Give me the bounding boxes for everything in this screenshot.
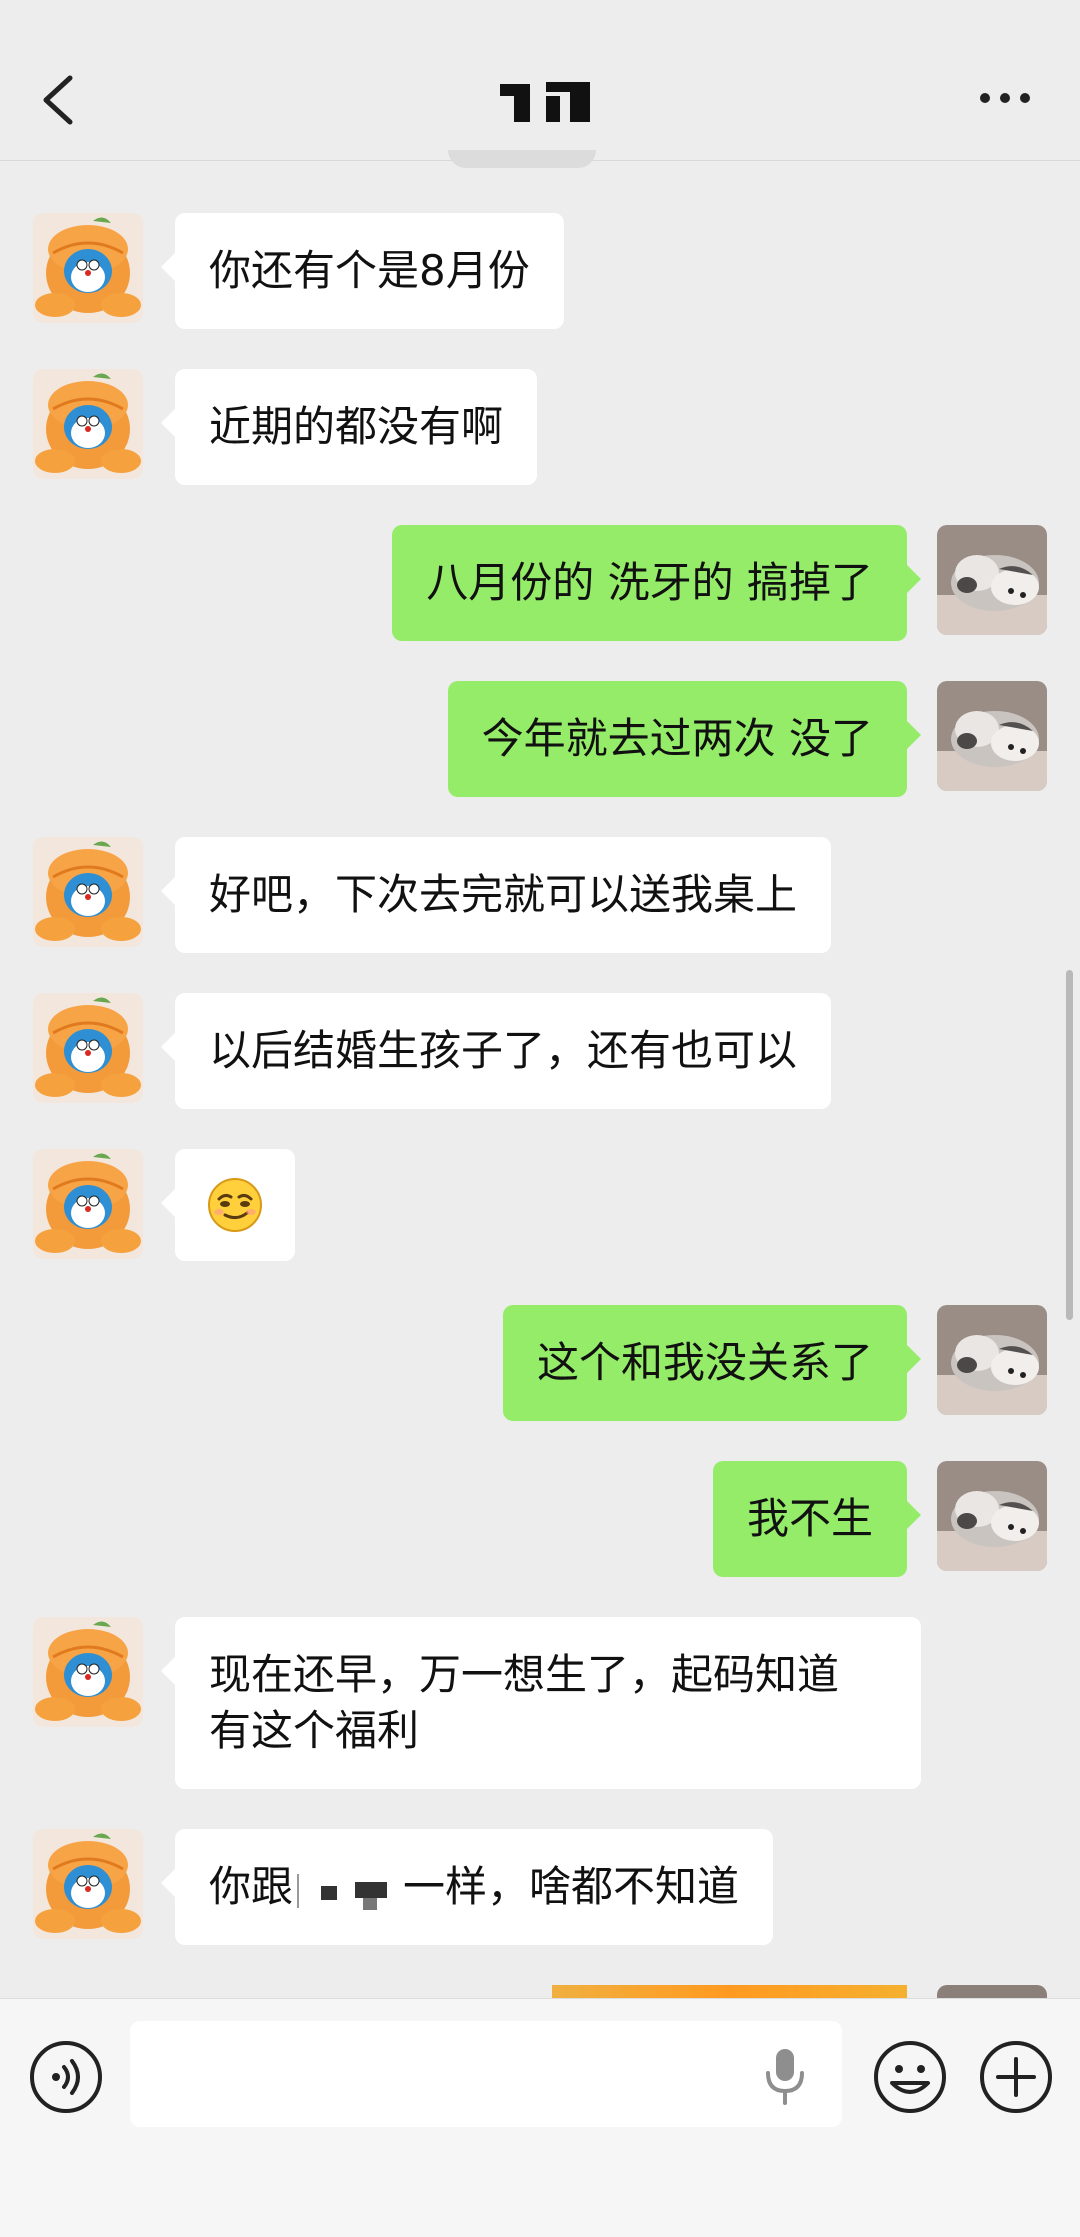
- top-indicator: [448, 150, 596, 168]
- message-bubble-received[interactable]: 你跟 一样，啥都不知道: [160, 1829, 774, 1945]
- contact-avatar[interactable]: [33, 1149, 143, 1259]
- message-bubble-received[interactable]: [161, 1149, 295, 1261]
- chat-title-redacted: [500, 78, 592, 126]
- voice-button[interactable]: [28, 2039, 104, 2115]
- message-input[interactable]: [130, 2021, 842, 2127]
- smirk-emoji-icon: [207, 1177, 263, 1233]
- message-bubble-sent[interactable]: 八月份的 洗牙的 搞掉了: [392, 525, 921, 641]
- chat-header: [0, 0, 1080, 161]
- mic-button[interactable]: [762, 2047, 808, 2107]
- message-bubble-received[interactable]: 好吧，下次去完就可以送我桌上: [160, 837, 832, 953]
- contact-avatar[interactable]: [33, 213, 143, 323]
- message-line: 有这个福利: [209, 1706, 420, 1755]
- message-bubble-sent[interactable]: 我不生: [712, 1461, 922, 1577]
- message-bubble-received[interactable]: 现在还早，万一想生了，起码知道 有这个福利: [161, 1617, 921, 1789]
- emoji-button[interactable]: [872, 2039, 948, 2115]
- message-bubble-received[interactable]: 你还有个是8月份: [161, 213, 564, 329]
- contact-avatar[interactable]: [33, 369, 143, 479]
- contact-avatar[interactable]: [33, 993, 143, 1103]
- redacted-name: [293, 1870, 403, 1910]
- user-avatar[interactable]: [937, 1461, 1047, 1571]
- mic-icon: [766, 2049, 804, 2105]
- contact-avatar[interactable]: [33, 1617, 143, 1727]
- message-bubble-sent[interactable]: 今年就去过两次 没了: [447, 681, 922, 797]
- message-line: 现在还早，万一想生了，起码知道: [209, 1650, 840, 1699]
- more-dots-icon: [980, 93, 1030, 103]
- input-bar: [0, 1998, 1080, 2237]
- message-text-after: 一样，啥都不知道: [403, 1862, 740, 1911]
- scrollbar[interactable]: [1066, 970, 1073, 1320]
- message-text-before: 你跟: [209, 1862, 294, 1911]
- user-avatar[interactable]: [937, 1305, 1047, 1415]
- user-avatar[interactable]: [937, 681, 1047, 791]
- plus-icon: [980, 2041, 1052, 2113]
- voice-icon: [30, 2041, 102, 2113]
- message-bubble-received[interactable]: 近期的都没有啊: [160, 369, 538, 485]
- emoji-icon: [874, 2041, 946, 2113]
- message-bubble-sent[interactable]: 这个和我没关系了: [502, 1305, 922, 1421]
- chevron-left-icon: [43, 75, 73, 125]
- plus-button[interactable]: [978, 2039, 1054, 2115]
- user-avatar[interactable]: [937, 525, 1047, 635]
- contact-avatar[interactable]: [33, 1829, 143, 1939]
- contact-avatar[interactable]: [33, 837, 143, 947]
- back-button[interactable]: [34, 70, 86, 130]
- more-button[interactable]: [975, 78, 1035, 118]
- message-bubble-received[interactable]: 以后结婚生孩子了，还有也可以: [160, 993, 832, 1109]
